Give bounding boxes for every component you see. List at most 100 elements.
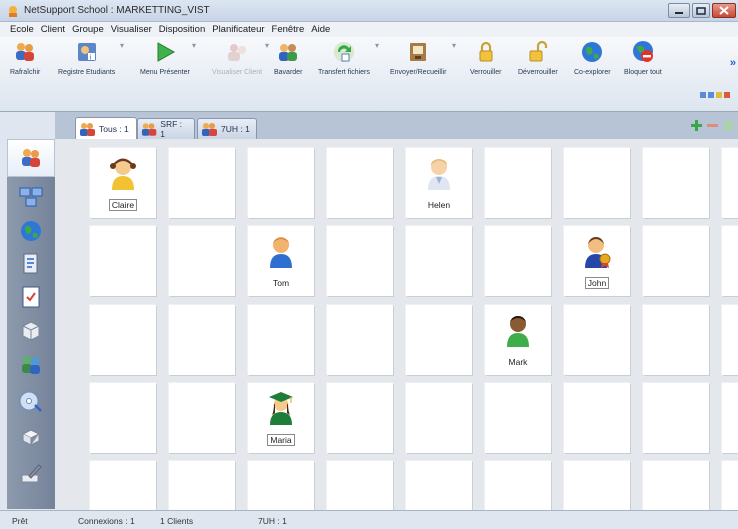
- checklist-icon[interactable]: [19, 285, 43, 309]
- present-menu-button[interactable]: Menu Présenter: [140, 40, 190, 76]
- document-icon[interactable]: [19, 252, 43, 276]
- empty-seat[interactable]: [327, 148, 393, 218]
- empty-seat[interactable]: [169, 461, 235, 510]
- empty-seat[interactable]: [248, 148, 314, 218]
- empty-seat[interactable]: [90, 461, 156, 510]
- empty-seat[interactable]: [722, 226, 738, 296]
- edit-icon[interactable]: [19, 461, 43, 485]
- menu-groupe[interactable]: Groupe: [72, 24, 104, 35]
- empty-seat[interactable]: [90, 305, 156, 375]
- student-tile-claire[interactable]: Claire: [90, 148, 156, 218]
- users-icon[interactable]: [19, 353, 43, 377]
- view-list-icon[interactable]: [716, 92, 722, 98]
- transfer-dropdown-arrow[interactable]: [375, 41, 379, 50]
- empty-seat[interactable]: [564, 461, 630, 510]
- package-icon[interactable]: [19, 425, 43, 449]
- student-grid: Claire Helen Tom John Mark Maria: [55, 139, 738, 510]
- student-tile-john[interactable]: John: [564, 226, 630, 296]
- view-dropdown-arrow[interactable]: [265, 41, 269, 50]
- globe-icon[interactable]: [19, 219, 43, 243]
- menu-ecole[interactable]: Ecole: [10, 24, 34, 35]
- send-dropdown-arrow[interactable]: [452, 41, 456, 50]
- empty-seat[interactable]: [485, 461, 551, 510]
- remove-group-icon[interactable]: [707, 120, 718, 131]
- tab-srf[interactable]: SRF : 1: [137, 118, 195, 139]
- empty-seat[interactable]: [406, 461, 472, 510]
- netsupport-app-icon: [9, 5, 17, 17]
- toolbar: Rafraîchir i Registre Etudiants Menu Pré…: [0, 37, 738, 112]
- empty-seat[interactable]: [327, 305, 393, 375]
- student-tile-helen[interactable]: Helen: [406, 148, 472, 218]
- empty-seat[interactable]: [564, 148, 630, 218]
- empty-seat[interactable]: [722, 383, 738, 453]
- co-explore-button[interactable]: Co-explorer: [574, 40, 611, 76]
- empty-seat[interactable]: [169, 148, 235, 218]
- menu-fenetre[interactable]: Fenêtre: [272, 24, 305, 35]
- student-tile-mark[interactable]: Mark: [485, 305, 551, 375]
- empty-seat[interactable]: [327, 226, 393, 296]
- empty-seat[interactable]: [485, 148, 551, 218]
- view-small-icon[interactable]: [708, 92, 714, 98]
- empty-seat[interactable]: [722, 148, 738, 218]
- send-collect-button[interactable]: Envoyer/Recueillir: [390, 40, 446, 76]
- view-client-button[interactable]: Visualiser Client: [212, 40, 262, 76]
- empty-seat[interactable]: [327, 461, 393, 510]
- close-button[interactable]: [712, 3, 736, 18]
- empty-seat[interactable]: [406, 226, 472, 296]
- unlock-button[interactable]: Déverrouiller: [518, 40, 558, 76]
- minimize-button[interactable]: [668, 3, 690, 18]
- student-tile-tom[interactable]: Tom: [248, 226, 314, 296]
- student-register-button[interactable]: i Registre Etudiants: [58, 40, 115, 76]
- empty-seat[interactable]: [643, 305, 709, 375]
- empty-seat[interactable]: [485, 226, 551, 296]
- empty-seat[interactable]: [169, 383, 235, 453]
- empty-seat[interactable]: [643, 226, 709, 296]
- student-tile-maria[interactable]: Maria: [248, 383, 314, 453]
- empty-seat[interactable]: [722, 461, 738, 510]
- view-large-icon[interactable]: [700, 92, 706, 98]
- block-all-button[interactable]: Bloquer tout: [624, 40, 662, 76]
- empty-seat[interactable]: [248, 305, 314, 375]
- refresh-button[interactable]: Rafraîchir: [10, 40, 40, 76]
- empty-seat[interactable]: [169, 305, 235, 375]
- empty-seat[interactable]: [169, 226, 235, 296]
- menu-planificateur[interactable]: Planificateur: [212, 24, 264, 35]
- empty-seat[interactable]: [327, 383, 393, 453]
- view-details-icon[interactable]: [724, 92, 730, 98]
- file-transfer-button[interactable]: Transfert fichiers: [318, 40, 370, 76]
- present-dropdown-arrow[interactable]: [192, 41, 196, 50]
- empty-seat[interactable]: [643, 461, 709, 510]
- add-group-icon[interactable]: [691, 120, 702, 131]
- computers-icon[interactable]: [19, 185, 43, 209]
- menu-visualiser[interactable]: Visualiser: [111, 24, 152, 35]
- menu-aide[interactable]: Aide: [311, 24, 330, 35]
- empty-seat[interactable]: [90, 226, 156, 296]
- empty-seat[interactable]: [406, 383, 472, 453]
- tab-tous[interactable]: Tous : 1: [75, 117, 137, 139]
- chat-button[interactable]: Bavarder: [274, 40, 302, 76]
- status-group: 7UH : 1: [258, 516, 287, 526]
- view-mode-icons[interactable]: [700, 92, 730, 98]
- empty-seat[interactable]: [90, 383, 156, 453]
- menu-disposition[interactable]: Disposition: [159, 24, 205, 35]
- empty-seat[interactable]: [248, 461, 314, 510]
- empty-seat[interactable]: [564, 383, 630, 453]
- empty-seat[interactable]: [485, 383, 551, 453]
- empty-seat[interactable]: [722, 305, 738, 375]
- chat-icon: [279, 44, 298, 61]
- student-name: Helen: [427, 200, 451, 210]
- menu-client[interactable]: Client: [41, 24, 65, 35]
- lock-button[interactable]: Verrouiller: [470, 40, 502, 76]
- empty-seat[interactable]: [564, 305, 630, 375]
- empty-seat[interactable]: [406, 305, 472, 375]
- maximize-button[interactable]: [692, 3, 710, 18]
- box-icon[interactable]: [19, 319, 43, 343]
- group-properties-icon[interactable]: [723, 120, 734, 131]
- register-dropdown-arrow[interactable]: [120, 41, 124, 50]
- students-group-icon[interactable]: [19, 146, 43, 170]
- empty-seat[interactable]: [643, 148, 709, 218]
- disc-icon[interactable]: [19, 389, 43, 413]
- empty-seat[interactable]: [643, 383, 709, 453]
- toolbar-overflow-icon[interactable]: »: [730, 57, 736, 69]
- tab-7uh[interactable]: 7UH : 1: [197, 118, 257, 139]
